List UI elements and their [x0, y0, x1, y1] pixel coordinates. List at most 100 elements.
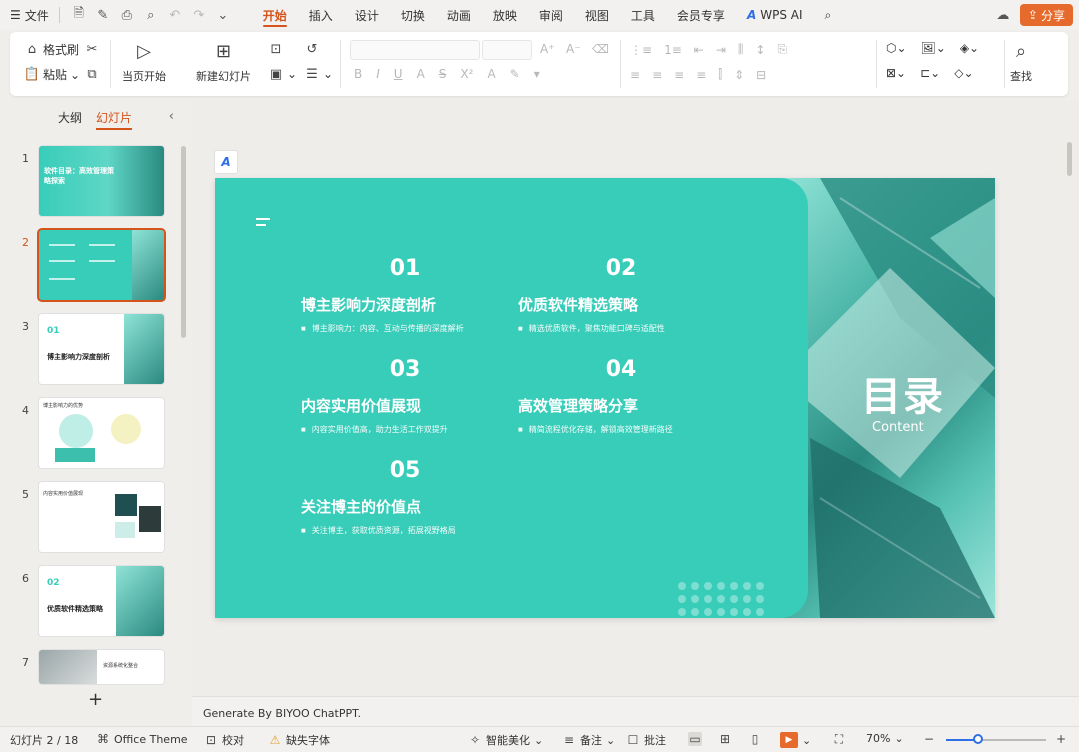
- clear-format-button[interactable]: ⌫: [592, 42, 609, 56]
- export-pdf-icon[interactable]: ✎: [94, 6, 112, 24]
- text-direction-button[interactable]: ☰ ⌄: [304, 66, 333, 82]
- slide-thumbnail-4[interactable]: 博主影响力的优势: [39, 398, 164, 468]
- group-icon[interactable]: ⊏⌄: [920, 66, 940, 80]
- proofread-button[interactable]: ⊡ 校对: [204, 732, 244, 748]
- redo-icon[interactable]: ↷: [190, 6, 208, 24]
- print-preview-icon[interactable]: ⌕: [142, 6, 160, 24]
- canvas-scrollbar[interactable]: [1067, 142, 1072, 176]
- tab-member[interactable]: 会员专享: [666, 0, 736, 30]
- search-icon[interactable]: ⌕: [814, 0, 843, 30]
- smart-beautify-button[interactable]: ✧ 智能美化 ⌄: [468, 732, 543, 748]
- section-button[interactable]: ▣ ⌄: [268, 66, 297, 82]
- align-left-icon[interactable]: ≡: [630, 68, 640, 82]
- char-spacing-icon[interactable]: ▾: [534, 67, 540, 81]
- tab-view[interactable]: 视图: [574, 0, 620, 30]
- font-color-icon[interactable]: A: [487, 67, 495, 81]
- italic-icon[interactable]: I: [376, 67, 380, 81]
- shape-icon[interactable]: ⬡⌄: [886, 41, 907, 55]
- tab-outline[interactable]: 大纲: [58, 109, 82, 126]
- add-slide-button[interactable]: +: [88, 689, 103, 710]
- tab-home[interactable]: 开始: [252, 0, 298, 30]
- text-fit-icon[interactable]: ⊟: [756, 68, 766, 82]
- text-box-icon[interactable]: ⎘: [777, 42, 787, 57]
- indent-icon[interactable]: ⇥: [716, 43, 726, 57]
- zoom-in-button[interactable]: +: [1054, 732, 1068, 746]
- increase-font-button[interactable]: A⁺: [540, 42, 555, 56]
- bold-icon[interactable]: B: [354, 67, 362, 81]
- slide-thumbnail-1[interactable]: 软件目录：高效管理策略探索: [39, 146, 164, 216]
- share-button[interactable]: ⇪ 分享: [1019, 4, 1073, 26]
- notes-toggle-button[interactable]: ≡ 备注 ⌄: [562, 732, 615, 748]
- slideshow-button[interactable]: ▶ ⌄: [780, 732, 811, 748]
- strikethrough-icon[interactable]: S: [439, 67, 447, 81]
- comments-button[interactable]: ☐ 批注: [626, 732, 666, 748]
- theme-button[interactable]: ⌘ Office Theme: [96, 732, 188, 746]
- new-slide-button[interactable]: ⊞ 新建幻灯片: [196, 40, 251, 84]
- play-from-current-button[interactable]: ▷ 当页开始: [122, 40, 166, 84]
- quick-access-dropdown-icon[interactable]: ⌄: [214, 6, 232, 24]
- tab-transitions[interactable]: 切换: [390, 0, 436, 30]
- tab-wps-ai[interactable]: A WPS AI: [736, 0, 814, 30]
- tab-slideshow[interactable]: 放映: [482, 0, 528, 30]
- slide-thumbnail-3[interactable]: 01 博主影响力深度剖析: [39, 314, 164, 384]
- decrease-font-button[interactable]: A⁻: [566, 42, 581, 56]
- file-menu[interactable]: ☰ 文件: [10, 7, 49, 24]
- font-family-select[interactable]: [350, 40, 480, 60]
- wps-ai-float-icon[interactable]: A: [214, 150, 238, 174]
- current-slide[interactable]: 01 博主影响力深度剖析 博主影响力：内容、互动与传播的深度解析 02 优质软件…: [215, 178, 995, 618]
- collapse-panel-icon[interactable]: ‹: [169, 109, 174, 124]
- justify-icon[interactable]: ≡: [696, 68, 706, 82]
- numbering-icon[interactable]: 1≡: [664, 43, 682, 57]
- outline-icon[interactable]: ◇⌄: [954, 66, 973, 80]
- slide-thumbnail-5[interactable]: 内容实用价值展现: [39, 482, 164, 552]
- strikethrough-a-icon[interactable]: A: [417, 67, 425, 81]
- notes-text[interactable]: Generate By BIYOO ChatPPT.: [203, 707, 361, 720]
- tab-design[interactable]: 设计: [344, 0, 390, 30]
- line-spacing-icon[interactable]: ↕: [755, 43, 765, 57]
- format-painter-button[interactable]: ⌂ 格式刷: [24, 41, 79, 58]
- superscript-icon[interactable]: X²: [460, 67, 473, 81]
- zoom-slider[interactable]: [946, 734, 1046, 744]
- zoom-level-select[interactable]: 70% ⌄: [866, 732, 904, 745]
- reading-view-button[interactable]: ▯: [748, 732, 762, 746]
- columns-icon[interactable]: ⫼: [738, 42, 744, 57]
- bullets-icon[interactable]: ⋮≡: [630, 43, 652, 57]
- zoom-out-button[interactable]: −: [922, 732, 936, 746]
- align-center-icon[interactable]: ≡: [652, 68, 662, 82]
- underline-icon[interactable]: U: [394, 67, 403, 81]
- tab-tools[interactable]: 工具: [620, 0, 666, 30]
- vertical-align-icon[interactable]: ⇕: [734, 68, 744, 82]
- tab-insert[interactable]: 插入: [298, 0, 344, 30]
- slide-thumbnail-7[interactable]: 资源系统化整合: [39, 650, 164, 684]
- sorter-view-button[interactable]: ⊞: [718, 732, 732, 746]
- tab-review[interactable]: 审阅: [528, 0, 574, 30]
- print-icon[interactable]: ⎙: [118, 6, 136, 24]
- find-button[interactable]: ⌕ 查找: [1010, 40, 1032, 84]
- fit-window-button[interactable]: ⛶: [832, 732, 846, 746]
- cut-button[interactable]: ✂: [84, 41, 100, 57]
- reset-button[interactable]: ↺: [304, 41, 320, 57]
- font-size-select[interactable]: [482, 40, 532, 60]
- align-right-icon[interactable]: ≡: [674, 68, 684, 82]
- slide-thumbnail-6[interactable]: 02 优质软件精选策略: [39, 566, 164, 636]
- copy-button[interactable]: ⧉: [84, 66, 100, 82]
- save-icon[interactable]: 🗎: [70, 6, 88, 24]
- notes-pane[interactable]: Generate By BIYOO ChatPPT.: [192, 696, 1079, 726]
- arrange-icon[interactable]: ⊠⌄: [886, 66, 906, 80]
- panel-scrollbar[interactable]: [181, 146, 186, 338]
- normal-view-button[interactable]: ▭: [688, 732, 702, 746]
- outdent-icon[interactable]: ⇤: [694, 43, 704, 57]
- distribute-icon[interactable]: ⫿: [718, 67, 722, 82]
- paste-button[interactable]: 📋 粘贴 ⌄: [24, 66, 80, 83]
- highlight-icon[interactable]: ✎: [510, 67, 520, 81]
- zoom-slider-handle[interactable]: [973, 734, 983, 744]
- picture-icon[interactable]: 🖼⌄: [921, 41, 946, 55]
- slide-thumbnail-2[interactable]: [39, 230, 164, 300]
- tab-slides[interactable]: 幻灯片: [96, 109, 133, 130]
- layout-button[interactable]: ⊡: [268, 41, 284, 57]
- fill-icon[interactable]: ◈⌄: [960, 41, 979, 55]
- cloud-sync-icon[interactable]: ☁: [994, 6, 1012, 24]
- tab-animations[interactable]: 动画: [436, 0, 482, 30]
- missing-font-button[interactable]: ⚠ 缺失字体: [268, 732, 330, 748]
- undo-icon[interactable]: ↶: [166, 6, 184, 24]
